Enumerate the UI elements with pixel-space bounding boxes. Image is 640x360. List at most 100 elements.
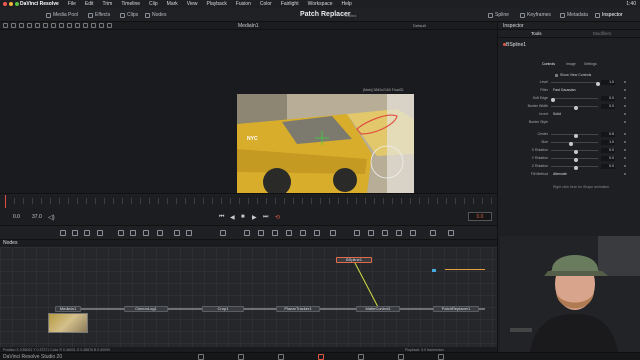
keyframe-dot-icon[interactable] <box>624 113 626 115</box>
polyline-tool-icon[interactable] <box>11 23 16 28</box>
merge-tool-icon[interactable] <box>67 23 72 28</box>
particles-node-icon[interactable] <box>330 230 336 236</box>
menu-mark[interactable]: Mark <box>167 1 178 7</box>
param-value-fill-method[interactable]: Alternate <box>553 172 567 176</box>
keyframe-dot-icon[interactable] <box>624 173 626 175</box>
window-controls[interactable] <box>3 2 19 6</box>
param-slider-level[interactable] <box>551 82 600 86</box>
render-start-time[interactable]: 0.0 <box>13 214 20 220</box>
keyframe-dot-icon[interactable] <box>624 133 626 135</box>
param-slider-handle[interactable] <box>573 106 578 110</box>
play-icon[interactable]: ▶ <box>252 214 257 221</box>
keyframe-dot-icon[interactable] <box>624 81 626 83</box>
metadata-button[interactable]: Metadata <box>560 11 588 19</box>
shape-node-icon[interactable] <box>354 230 360 236</box>
glow-node-icon[interactable] <box>382 230 388 236</box>
keyframe-dot-icon[interactable] <box>624 141 626 143</box>
menu-help[interactable]: Help <box>342 1 352 7</box>
text-tool-icon[interactable] <box>51 23 56 28</box>
mediain1-thumbnail[interactable] <box>48 313 88 333</box>
mask-node-icon[interactable] <box>314 230 320 236</box>
planar-tracker-icon[interactable] <box>157 230 163 236</box>
rectangle-node-icon[interactable] <box>220 230 226 236</box>
transform-tool-icon[interactable] <box>59 23 64 28</box>
render-end-time[interactable]: 37.0 <box>32 214 42 220</box>
color-corrector-icon[interactable] <box>272 230 278 236</box>
keyframe-dot-icon[interactable] <box>624 149 626 151</box>
minimize-window-button[interactable] <box>9 2 13 6</box>
param-slider-soft-edge[interactable] <box>551 98 598 102</box>
menu-workspace[interactable]: Workspace <box>308 1 333 7</box>
go-to-start-icon[interactable]: ⏮ <box>219 214 224 221</box>
rectangle-tool-icon[interactable] <box>27 23 32 28</box>
menu-file[interactable]: File <box>68 1 76 7</box>
show-view-controls-checkbox[interactable] <box>555 74 558 77</box>
tab-modifiers[interactable]: Modifiers <box>593 31 611 36</box>
fusion-page-icon[interactable] <box>318 354 324 360</box>
bspline-node-icon[interactable] <box>118 230 124 236</box>
param-value-level[interactable]: 1.0 <box>601 80 615 85</box>
keyframe-dot-icon[interactable] <box>624 97 626 99</box>
viewer-lut-select[interactable]: Default <box>413 23 426 28</box>
node-mattecontrol1[interactable]: MatteControl1 <box>356 306 400 312</box>
3d-tool-icon[interactable] <box>107 23 112 28</box>
menu-fairlight[interactable]: Fairlight <box>281 1 299 7</box>
menu-timeline[interactable]: Timeline <box>121 1 140 7</box>
diamond-node-icon[interactable] <box>258 230 264 236</box>
media-page-icon[interactable] <box>198 354 204 360</box>
nodes-button[interactable]: Nodes <box>145 11 166 19</box>
renderer3d-icon[interactable] <box>430 230 436 236</box>
menu-fusion[interactable]: Fusion <box>236 1 251 7</box>
media-pool-button[interactable]: Media Pool <box>46 11 78 19</box>
node-bspline1[interactable]: BSpline1 <box>336 257 372 263</box>
go-to-end-icon[interactable]: ⏭ <box>263 214 268 221</box>
node-patchreplacer1[interactable]: PatchReplacer1 <box>433 306 479 312</box>
param-slider-x-rotation[interactable] <box>551 150 598 154</box>
paint-node-icon[interactable] <box>72 230 78 236</box>
camera3d-icon[interactable] <box>186 230 192 236</box>
spline-button[interactable]: Spline <box>488 11 509 19</box>
ellipse-node-icon[interactable] <box>244 230 250 236</box>
param-slider-handle[interactable] <box>573 134 578 138</box>
clips-button[interactable]: Clips <box>120 11 138 19</box>
menu-edit[interactable]: Edit <box>85 1 94 7</box>
tab-controls[interactable]: Controls <box>542 62 555 66</box>
text-node-icon[interactable] <box>84 230 90 236</box>
param-value-center[interactable]: 0.5 <box>601 132 615 137</box>
close-window-button[interactable] <box>3 2 7 6</box>
particles-tool-icon[interactable] <box>99 23 104 28</box>
blur-tool-icon[interactable] <box>83 23 88 28</box>
pointer-tool-icon[interactable] <box>3 23 8 28</box>
param-value-x-rotation[interactable]: 0.0 <box>601 148 615 153</box>
edit-page-icon[interactable] <box>278 354 284 360</box>
param-slider-size[interactable] <box>551 142 598 146</box>
node-cineonlog1[interactable]: CineonLog1 <box>124 306 168 312</box>
polygon-node-icon[interactable] <box>97 230 103 236</box>
current-time-field[interactable]: 0.0 <box>468 212 492 221</box>
time-ruler[interactable] <box>0 193 497 208</box>
param-slider-handle[interactable] <box>573 158 578 162</box>
param-slider-handle[interactable] <box>569 142 573 146</box>
cut-page-icon[interactable] <box>238 354 244 360</box>
param-value-border-width[interactable]: 0.0 <box>601 104 615 109</box>
curves-node-icon[interactable] <box>286 230 292 236</box>
playhead[interactable] <box>5 195 6 208</box>
color-page-icon[interactable] <box>358 354 364 360</box>
reverse-play-icon[interactable]: ◀ <box>230 214 235 221</box>
menu-color[interactable]: Color <box>260 1 272 7</box>
viewer-image[interactable]: NYC <box>237 94 414 193</box>
keyframe-dot-icon[interactable] <box>624 165 626 167</box>
inspector-button[interactable]: Inspector <box>595 11 623 19</box>
channel-node-icon[interactable] <box>396 230 402 236</box>
param-slider-z-rotation[interactable] <box>551 166 598 170</box>
param-slider-handle[interactable] <box>573 166 578 170</box>
keyframe-dot-icon[interactable] <box>624 105 626 107</box>
tracker-node-icon[interactable] <box>143 230 149 236</box>
menu-view[interactable]: View <box>187 1 198 7</box>
ellipse-tool-icon[interactable] <box>35 23 40 28</box>
keyframe-dot-icon[interactable] <box>624 121 626 123</box>
image-plane-icon[interactable] <box>130 230 136 236</box>
param-slider-center[interactable] <box>551 134 598 138</box>
audio-icon[interactable]: ◁) <box>48 214 55 221</box>
blur-node-icon[interactable] <box>368 230 374 236</box>
